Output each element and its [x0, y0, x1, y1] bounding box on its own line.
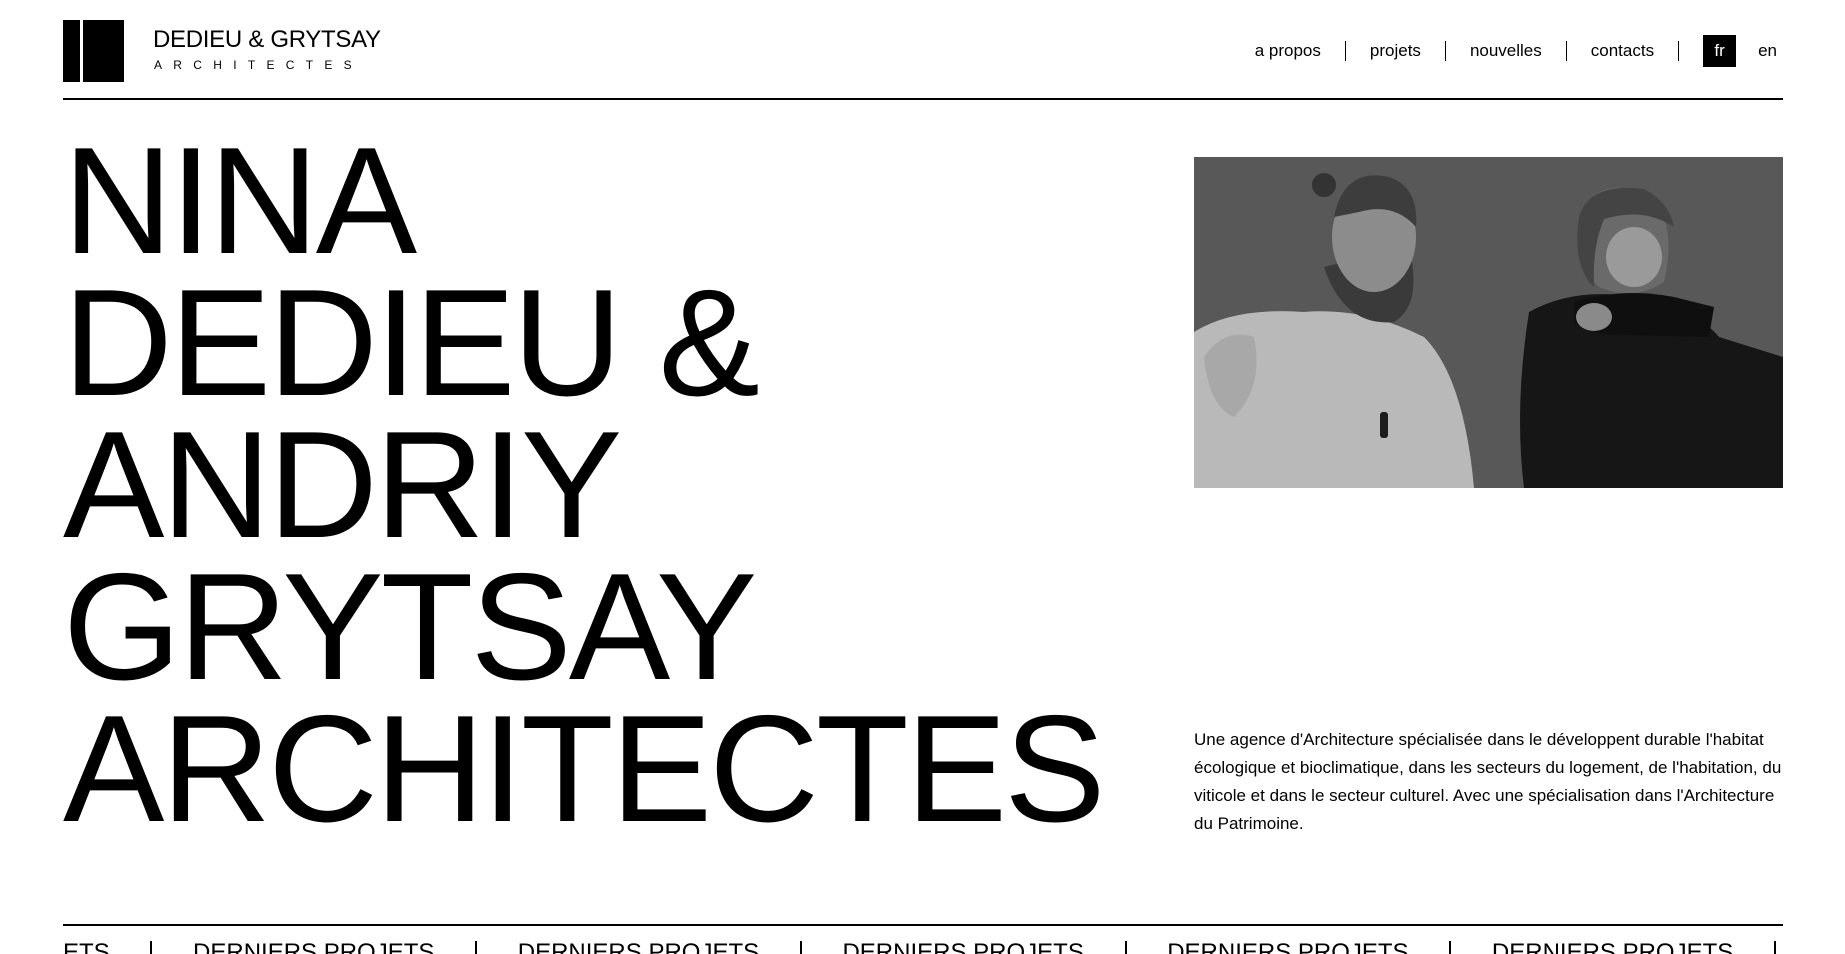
- logo-icon[interactable]: [63, 20, 124, 82]
- ticker-fragment: ETS: [63, 941, 110, 954]
- ticker-item[interactable]: DERNIERS PROJETS: [518, 941, 759, 954]
- hero-title-line: GRYTSAY: [63, 542, 757, 712]
- nav-divider: [1678, 41, 1680, 61]
- site-header: DEDIEU & GRYTSAY ARCHITECTES a propos pr…: [63, 20, 1783, 82]
- ticker-divider-mark: [1773, 941, 1776, 954]
- hero-title-line: DEDIEU &: [63, 258, 760, 428]
- main-nav: a propos projets nouvelles contacts fr e…: [1255, 35, 1777, 67]
- language-en-button[interactable]: en: [1758, 35, 1777, 67]
- nav-item-contacts[interactable]: contacts: [1591, 41, 1654, 61]
- nav-item-a-propos[interactable]: a propos: [1255, 41, 1321, 61]
- nav-divider: [1565, 41, 1567, 61]
- brand-name[interactable]: DEDIEU & GRYTSAY: [153, 26, 381, 54]
- nav-divider: [1344, 41, 1346, 61]
- ticker-divider-mark: [1449, 941, 1452, 954]
- nav-item-projets[interactable]: projets: [1370, 41, 1421, 61]
- nav-item-nouvelles[interactable]: nouvelles: [1470, 41, 1542, 61]
- hero-title: NINA DEDIEU & ANDRIY GRYTSAY ARCHITECTES: [63, 116, 1163, 854]
- ticker-divider: [63, 924, 1783, 926]
- team-photo-illustration: [1194, 157, 1783, 488]
- projects-ticker[interactable]: ETS DERNIERS PROJETS DERNIERS PROJETS DE…: [63, 941, 1783, 954]
- ticker-item[interactable]: DERNIERS PROJETS: [842, 941, 1083, 954]
- ticker-item[interactable]: DERNIERS PROJETS: [1492, 941, 1733, 954]
- ticker-item[interactable]: DERNIERS PROJETS: [1167, 941, 1408, 954]
- team-photo: [1194, 157, 1783, 488]
- hero-title-line: ARCHITECTES: [63, 684, 1106, 854]
- ticker-item[interactable]: DERNIERS PROJETS: [193, 941, 434, 954]
- ticker-divider-mark: [799, 941, 802, 954]
- nav-divider: [1444, 41, 1446, 61]
- ticker-divider-mark: [150, 941, 153, 954]
- language-fr-button[interactable]: fr: [1703, 35, 1737, 67]
- agency-description: Une agence d'Architecture spécialisée da…: [1194, 730, 1782, 833]
- ticker-divider-mark: [475, 941, 478, 954]
- hero-title-line: ANDRIY: [63, 400, 622, 570]
- header-divider: [63, 98, 1783, 100]
- brand-subtitle: ARCHITECTES: [154, 58, 363, 72]
- hero-title-line: NINA: [63, 116, 417, 286]
- ticker-divider-mark: [1124, 941, 1127, 954]
